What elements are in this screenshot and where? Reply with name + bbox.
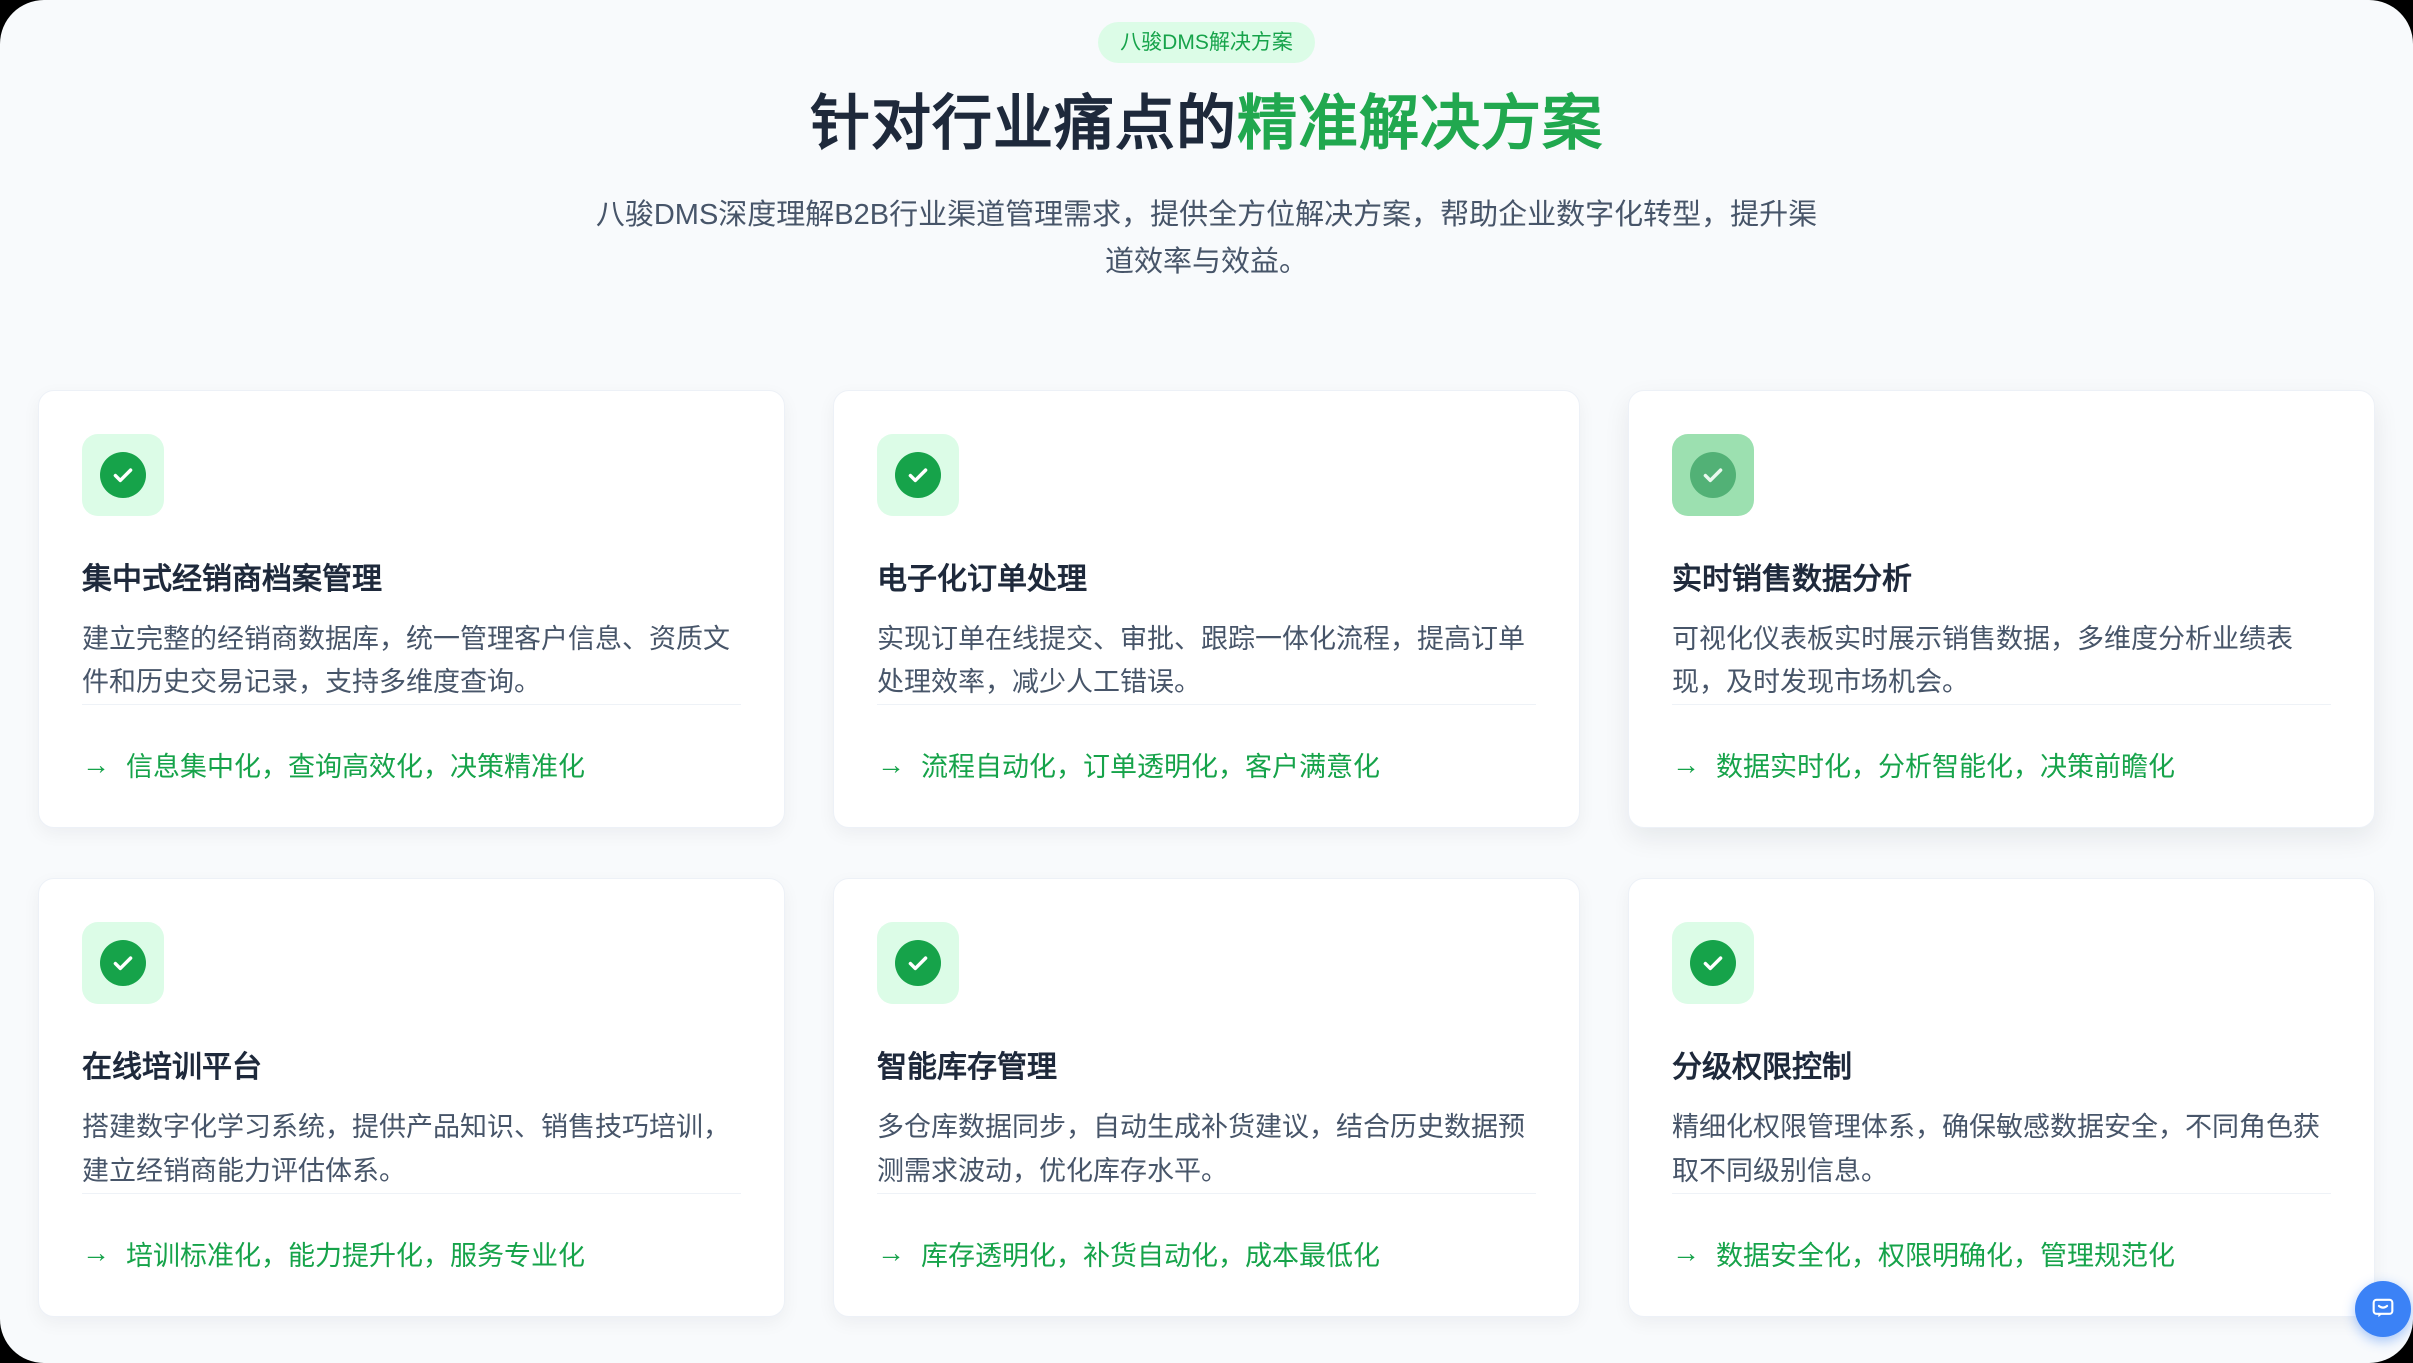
card-benefits-link[interactable]: → 培训标准化，能力提升化，服务专业化	[82, 1193, 741, 1273]
check-circle-icon	[1690, 452, 1736, 498]
card-benefits-text: 库存透明化，补货自动化，成本最低化	[921, 1234, 1380, 1273]
check-circle-icon	[100, 452, 146, 498]
card-title: 在线培训平台	[82, 1050, 741, 1086]
section-badge: 八骏DMS解决方案	[1098, 22, 1315, 63]
arrow-right-icon: →	[877, 1239, 905, 1267]
card-description: 多仓库数据同步，自动生成补货建议，结合历史数据预测需求波动，优化库存水平。	[877, 1106, 1536, 1192]
card-benefits-link[interactable]: → 流程自动化，订单透明化，客户满意化	[877, 704, 1536, 784]
icon-tile	[1672, 434, 1754, 516]
icon-tile	[1672, 922, 1754, 1004]
icon-tile	[82, 434, 164, 516]
card-benefits-text: 信息集中化，查询高效化，决策精准化	[126, 745, 585, 784]
solution-cards-grid: 集中式经销商档案管理 建立完整的经销商数据库，统一管理客户信息、资质文件和历史交…	[0, 390, 2413, 1317]
card-benefits-link[interactable]: → 数据安全化，权限明确化，管理规范化	[1672, 1193, 2331, 1273]
arrow-right-icon: →	[82, 1239, 110, 1267]
arrow-right-icon: →	[82, 751, 110, 779]
card-benefits-text: 培训标准化，能力提升化，服务专业化	[126, 1234, 585, 1273]
solution-card-inventory-management: 智能库存管理 多仓库数据同步，自动生成补货建议，结合历史数据预测需求波动，优化库…	[833, 878, 1580, 1316]
card-benefits-link[interactable]: → 信息集中化，查询高效化，决策精准化	[82, 704, 741, 784]
card-benefits-text: 数据安全化，权限明确化，管理规范化	[1716, 1234, 2175, 1273]
card-title: 实时销售数据分析	[1672, 562, 2331, 598]
card-benefits-text: 流程自动化，订单透明化，客户满意化	[921, 745, 1380, 784]
card-description: 建立完整的经销商数据库，统一管理客户信息、资质文件和历史交易记录，支持多维度查询…	[82, 618, 741, 704]
card-title: 智能库存管理	[877, 1050, 1536, 1086]
card-title: 分级权限控制	[1672, 1050, 2331, 1086]
card-title: 集中式经销商档案管理	[82, 562, 741, 598]
card-description: 实现订单在线提交、审批、跟踪一体化流程，提高订单处理效率，减少人工错误。	[877, 618, 1536, 704]
page-title-dark: 针对行业痛点的	[810, 90, 1237, 157]
arrow-right-icon: →	[1672, 1239, 1700, 1267]
solution-card-training-platform: 在线培训平台 搭建数字化学习系统，提供产品知识、销售技巧培训，建立经销商能力评估…	[38, 878, 785, 1316]
card-description: 搭建数字化学习系统，提供产品知识、销售技巧培训，建立经销商能力评估体系。	[82, 1106, 741, 1192]
card-description: 可视化仪表板实时展示销售数据，多维度分析业绩表现，及时发现市场机会。	[1672, 618, 2331, 704]
solution-card-order-processing: 电子化订单处理 实现订单在线提交、审批、跟踪一体化流程，提高订单处理效率，减少人…	[833, 390, 1580, 828]
check-circle-icon	[100, 940, 146, 986]
card-description: 精细化权限管理体系，确保敏感数据安全，不同角色获取不同级别信息。	[1672, 1106, 2331, 1192]
card-title: 电子化订单处理	[877, 562, 1536, 598]
check-circle-icon	[895, 940, 941, 986]
card-benefits-link[interactable]: → 库存透明化，补货自动化，成本最低化	[877, 1193, 1536, 1273]
page-title: 针对行业痛点的精准解决方案	[0, 89, 2413, 158]
section-header: 八骏DMS解决方案 针对行业痛点的精准解决方案 八骏DMS深度理解B2B行业渠道…	[0, 0, 2413, 286]
check-circle-icon	[895, 452, 941, 498]
arrow-right-icon: →	[877, 751, 905, 779]
check-circle-icon	[1690, 940, 1736, 986]
solution-card-sales-analytics: 实时销售数据分析 可视化仪表板实时展示销售数据，多维度分析业绩表现，及时发现市场…	[1628, 390, 2375, 828]
icon-tile	[877, 922, 959, 1004]
solution-card-dealer-archive: 集中式经销商档案管理 建立完整的经销商数据库，统一管理客户信息、资质文件和历史交…	[38, 390, 785, 828]
solutions-section: 八骏DMS解决方案 针对行业痛点的精准解决方案 八骏DMS深度理解B2B行业渠道…	[0, 0, 2413, 1363]
solution-card-permission-control: 分级权限控制 精细化权限管理体系，确保敏感数据安全，不同角色获取不同级别信息。 …	[1628, 878, 2375, 1316]
section-subtitle: 八骏DMS深度理解B2B行业渠道管理需求，提供全方位解决方案，帮助企业数字化转型…	[587, 192, 1827, 286]
card-benefits-link[interactable]: → 数据实时化，分析智能化，决策前瞻化	[1672, 704, 2331, 784]
chat-bubble-icon	[2369, 1294, 2397, 1325]
page-title-accent: 精准解决方案	[1237, 90, 1603, 157]
card-benefits-text: 数据实时化，分析智能化，决策前瞻化	[1716, 745, 2175, 784]
icon-tile	[82, 922, 164, 1004]
arrow-right-icon: →	[1672, 751, 1700, 779]
chat-fab-button[interactable]	[2355, 1281, 2411, 1337]
icon-tile	[877, 434, 959, 516]
